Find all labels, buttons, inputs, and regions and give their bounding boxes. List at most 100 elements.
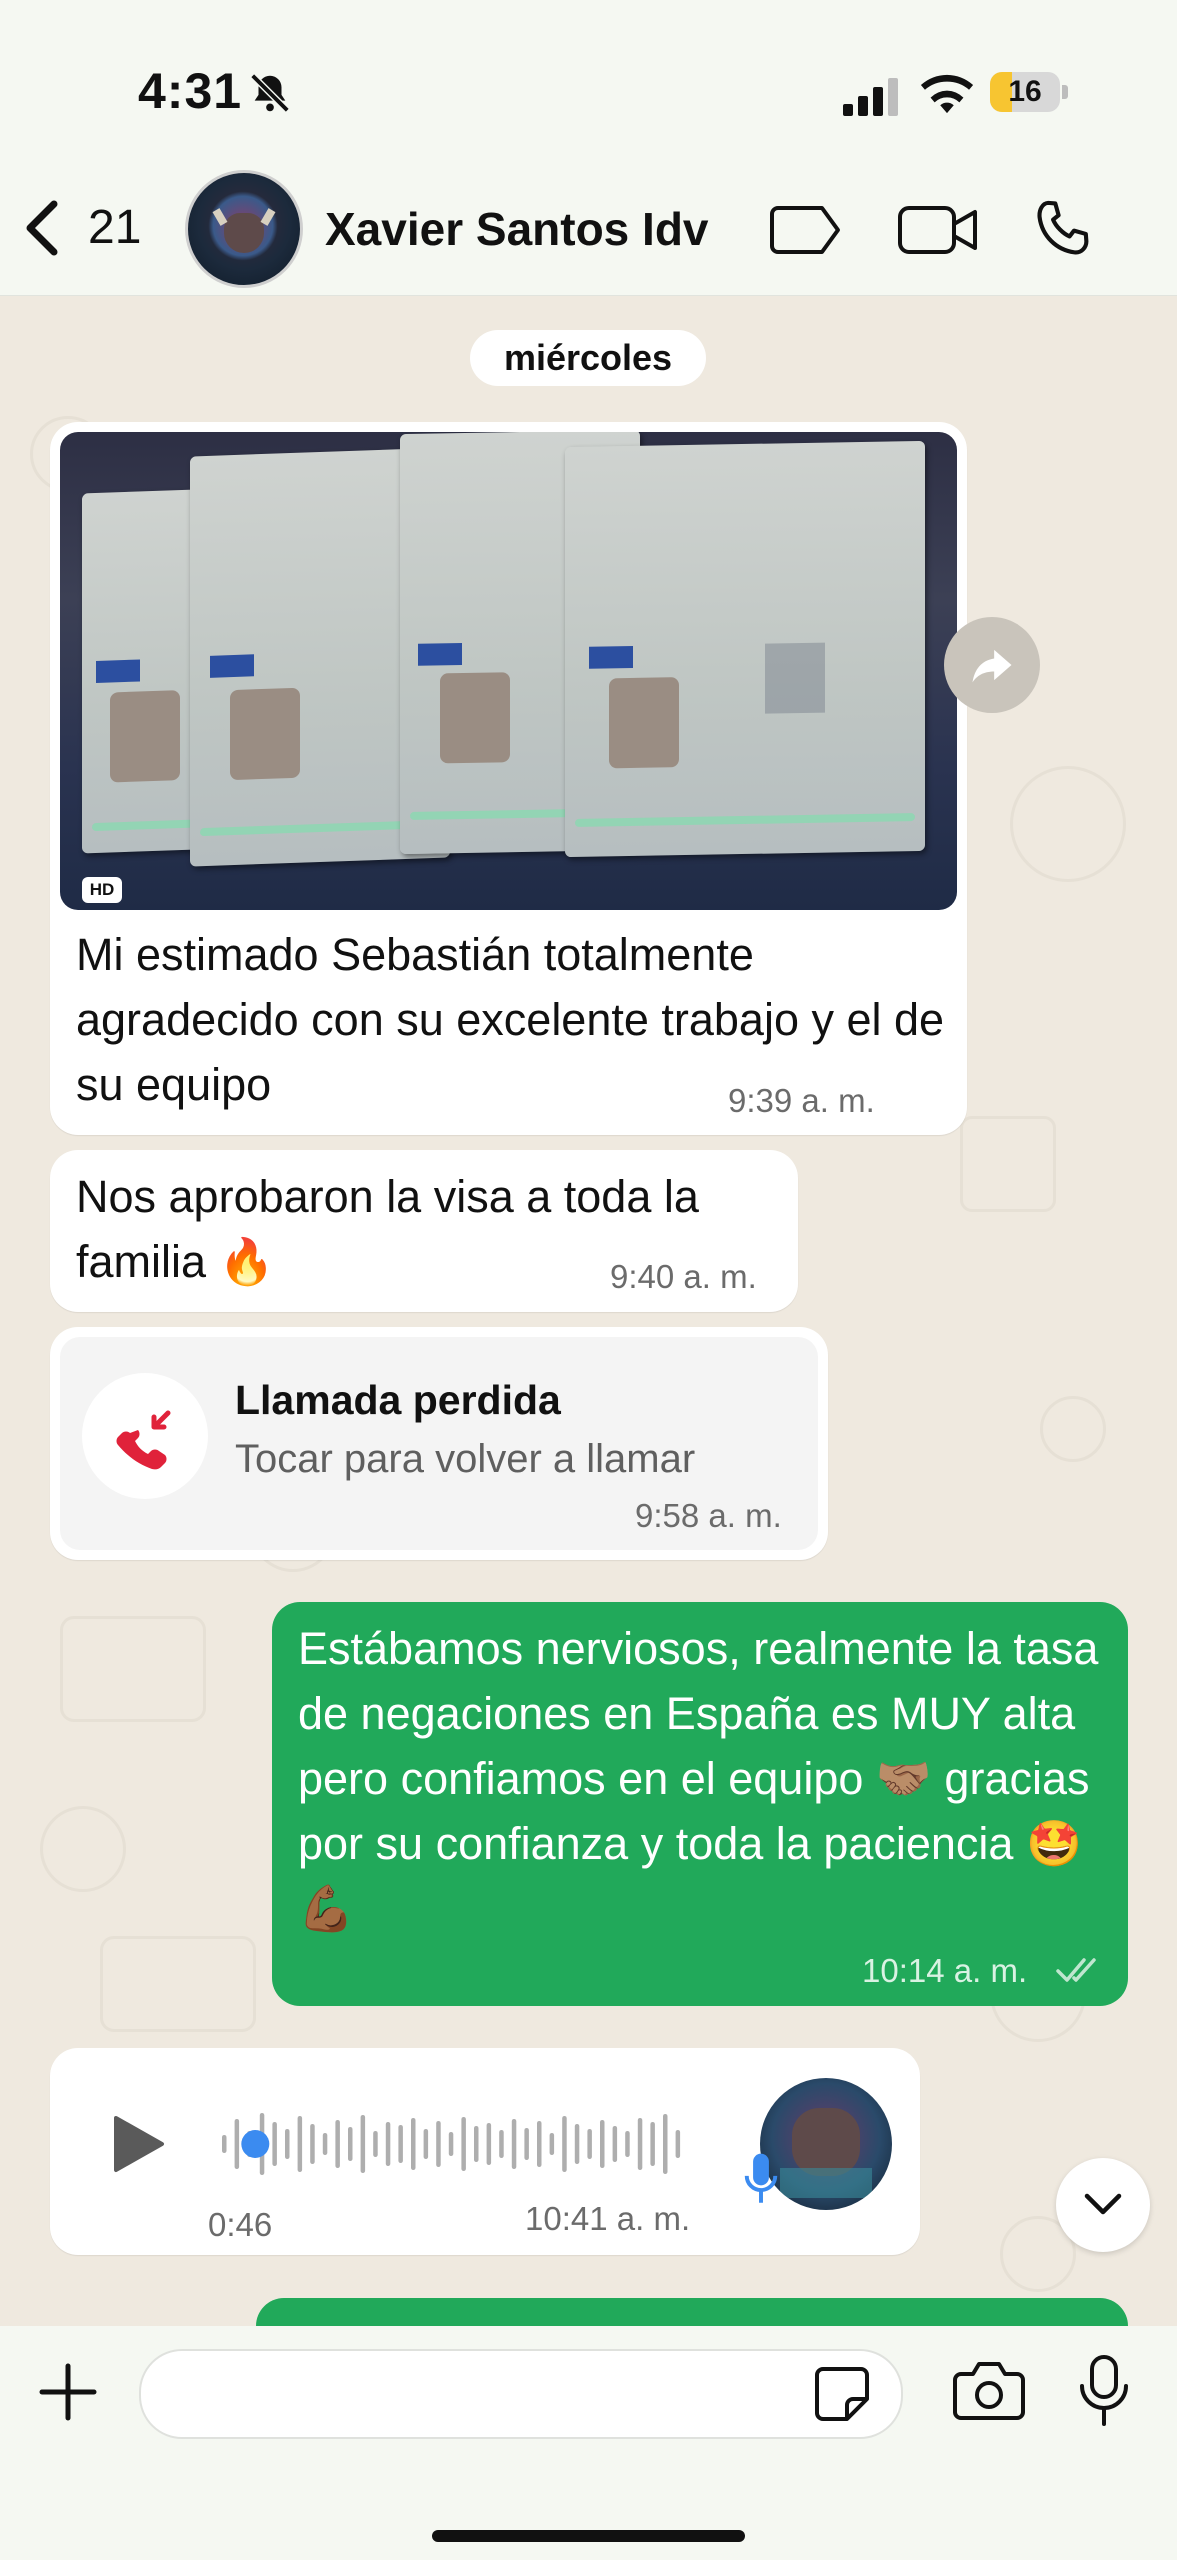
wallpaper-doodle: [1040, 1396, 1106, 1462]
waveform-bar: [562, 2116, 567, 2172]
microphone-small-icon: [742, 2150, 780, 2213]
voice-duration: 0:46: [208, 2206, 273, 2243]
passport-photo[interactable]: HD: [60, 432, 957, 910]
message-time-period: a. m.: [708, 1497, 782, 1534]
message-time: 10:14: [862, 1952, 945, 1989]
forward-icon: [966, 639, 1018, 696]
scroll-to-bottom-button[interactable]: [1056, 2158, 1150, 2252]
waveform-bar: [600, 2120, 605, 2168]
message-time-period: a. m.: [801, 1082, 875, 1119]
waveform-bar: [335, 2120, 340, 2168]
waveform-bar: [461, 2117, 466, 2171]
bell-slash-icon: [247, 70, 293, 121]
waveform-bar: [650, 2122, 655, 2166]
waveform-bar: [587, 2129, 592, 2159]
message-time: 9:39: [728, 1082, 793, 1119]
waveform-bar: [234, 2119, 240, 2169]
waveform-bar: [285, 2129, 290, 2159]
home-indicator: [432, 2530, 745, 2542]
avatar[interactable]: [185, 170, 303, 288]
message-input[interactable]: [139, 2349, 903, 2439]
message-bubble-image[interactable]: HD Mi estimado Sebastián totalmente agra…: [50, 422, 967, 1135]
message-timestamp: 10:41 a. m.: [525, 2200, 690, 2238]
video-call-icon[interactable]: [897, 200, 979, 265]
forward-button[interactable]: [944, 617, 1040, 713]
voice-note-bubble[interactable]: 0:46 10:41 a. m.: [50, 2048, 920, 2255]
message-timestamp: 10:14 a. m.: [862, 1952, 1027, 1990]
waveform-bar: [612, 2126, 618, 2162]
waveform-bar: [675, 2130, 681, 2158]
message-time-period: a. m.: [953, 1952, 1028, 1989]
contact-name[interactable]: Xavier Santos Idv: [325, 202, 709, 256]
wallpaper-doodle: [40, 1806, 126, 1892]
chevron-down-icon: [1083, 2190, 1123, 2225]
message-bubble-text[interactable]: Nos aprobaron la visa a toda la familia …: [50, 1150, 798, 1312]
missed-call-subtitle: Tocar para volver a llamar: [235, 1437, 696, 1481]
message-time: 10:41: [525, 2200, 608, 2237]
waveform-bar: [348, 2127, 353, 2161]
wallpaper-doodle: [1010, 766, 1126, 882]
waveform-bar: [297, 2116, 303, 2172]
signal-icon: [843, 78, 899, 121]
waveform-bar: [411, 2118, 416, 2170]
battery-icon: 16: [990, 72, 1070, 116]
battery-level: 16: [1008, 75, 1042, 108]
passport-image: [565, 440, 925, 858]
missed-call-icon: [82, 1373, 208, 1499]
back-count: 21: [88, 201, 142, 254]
message-timestamp: 9:40 a. m.: [610, 1258, 757, 1296]
message-text: Estábamos nerviosos, realmente la tasa d…: [298, 1623, 1099, 1934]
wallpaper-doodle: [960, 1116, 1056, 1212]
waveform-bar: [222, 2135, 227, 2153]
plus-icon[interactable]: [38, 2362, 98, 2427]
message-timestamp: 9:39 a. m.: [728, 1082, 875, 1120]
waveform-bar: [272, 2122, 277, 2166]
date-chip: miércoles: [470, 330, 706, 386]
waveform-bar: [511, 2119, 517, 2169]
waveform-bar: [398, 2125, 403, 2163]
waveform-bar: [537, 2121, 542, 2167]
waveform-bar: [436, 2121, 441, 2167]
playback-knob[interactable]: [241, 2130, 270, 2158]
back-button[interactable]: 21: [20, 190, 150, 260]
missed-call-title: Llamada perdida: [235, 1377, 561, 1423]
waveform-bar: [625, 2131, 630, 2157]
waveform-bar: [310, 2124, 315, 2164]
status-bar: 4:31 16: [0, 0, 1177, 160]
waveform-bar: [448, 2132, 454, 2156]
waveform-bar: [360, 2115, 366, 2173]
message-time: 9:40: [610, 1258, 675, 1295]
sticker-icon[interactable]: [813, 2365, 871, 2428]
missed-call-bubble[interactable]: Llamada perdida Tocar para volver a llam…: [50, 1327, 828, 1560]
waveform-bar: [373, 2131, 378, 2157]
hd-badge: HD: [82, 877, 122, 903]
message-timestamp: 9:58 a. m.: [635, 1497, 782, 1535]
message-time: 9:58: [635, 1497, 700, 1534]
voice-waveform[interactable]: [218, 2104, 718, 2184]
read-receipt-icon: [1054, 1952, 1104, 1993]
waveform-bar: [524, 2128, 529, 2160]
message-time-period: a. m.: [616, 2200, 691, 2237]
waveform-bar: [499, 2130, 504, 2158]
waveform-bar: [637, 2118, 643, 2170]
status-time: 4:31: [138, 63, 243, 119]
microphone-icon[interactable]: [1076, 2354, 1132, 2433]
waveform-bar: [549, 2133, 555, 2155]
phone-icon[interactable]: [1030, 196, 1096, 267]
missed-call-card[interactable]: Llamada perdida Tocar para volver a llam…: [60, 1337, 818, 1550]
waveform-bar: [663, 2114, 668, 2174]
label-icon[interactable]: [770, 202, 844, 263]
camera-icon[interactable]: [953, 2360, 1025, 2427]
wallpaper-doodle: [60, 1616, 206, 1722]
waveform-bar: [385, 2122, 391, 2166]
waveform-bar: [322, 2133, 328, 2155]
wallpaper-doodle: [100, 1936, 256, 2032]
play-icon[interactable]: [110, 2114, 166, 2179]
chevron-left-icon: [20, 200, 64, 261]
waveform-bar: [423, 2129, 429, 2159]
composer-bar: [0, 2326, 1177, 2560]
chat-header: 21 Xavier Santos Idv: [0, 160, 1177, 296]
message-bubble-outgoing[interactable]: Estábamos nerviosos, realmente la tasa d…: [272, 1602, 1128, 2006]
wifi-icon: [920, 72, 974, 121]
waveform-bar: [486, 2123, 492, 2165]
